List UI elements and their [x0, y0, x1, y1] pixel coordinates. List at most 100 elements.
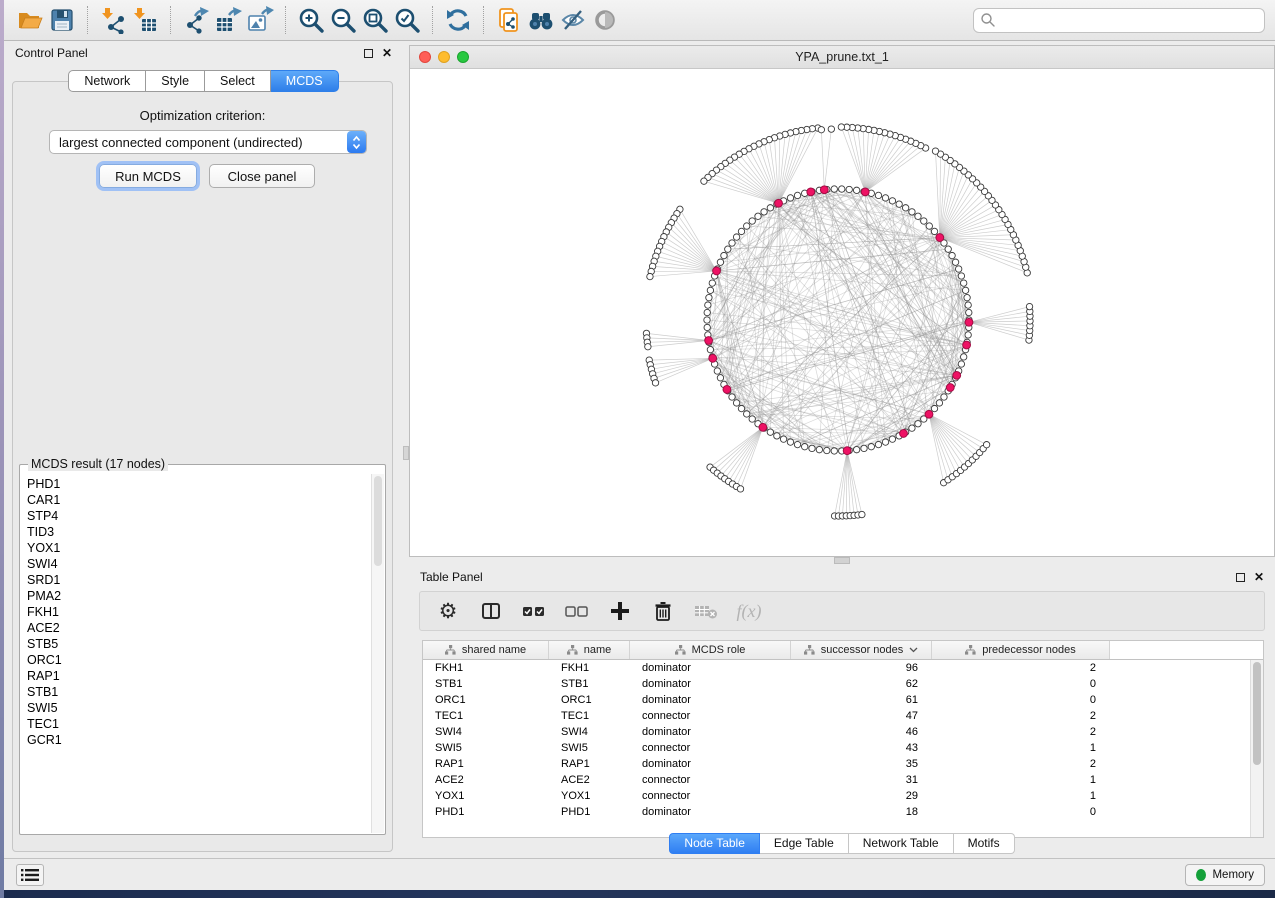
table-row[interactable]: TEC1TEC1connector472 — [423, 708, 1263, 724]
column-header-predecessor-nodes[interactable]: predecessor nodes — [932, 641, 1110, 659]
horizontal-splitter-grip[interactable] — [834, 557, 850, 564]
float-table-panel-icon[interactable] — [1236, 573, 1245, 582]
import-network-icon[interactable] — [97, 4, 129, 36]
select-all-rows-icon[interactable] — [521, 598, 547, 624]
table-settings-gear-icon[interactable]: ⚙ — [435, 598, 461, 624]
mcds-result-item[interactable]: SWI4 — [27, 556, 371, 572]
mcds-result-item[interactable]: SRD1 — [27, 572, 371, 588]
tab-select[interactable]: Select — [205, 70, 271, 92]
mcds-result-item[interactable]: YOX1 — [27, 540, 371, 556]
table-row[interactable]: PHD1PHD1dominator180 — [423, 804, 1263, 820]
table-row[interactable]: YOX1YOX1connector291 — [423, 788, 1263, 804]
mcds-result-item[interactable]: SWI5 — [27, 700, 371, 716]
hierarchy-icon — [445, 645, 456, 655]
mcds-result-item[interactable]: STP4 — [27, 508, 371, 524]
open-file-icon[interactable] — [14, 4, 46, 36]
node-table: shared namenameMCDS rolesuccessor nodesp… — [422, 640, 1264, 838]
mcds-result-item[interactable]: CAR1 — [27, 492, 371, 508]
export-network-icon[interactable] — [180, 4, 212, 36]
column-header-successor-nodes[interactable]: successor nodes — [791, 641, 932, 659]
tab-node-table[interactable]: Node Table — [669, 833, 760, 854]
horizontal-splitter[interactable] — [409, 557, 1275, 565]
network-from-clipboard-icon[interactable] — [493, 4, 525, 36]
table-cell: 0 — [932, 694, 1110, 706]
mcds-result-item[interactable]: STB5 — [27, 636, 371, 652]
mcds-result-item[interactable]: PHD1 — [27, 476, 371, 492]
main-toolbar — [4, 0, 1275, 41]
column-header-name[interactable]: name — [549, 641, 630, 659]
network-titlebar[interactable]: YPA_prune.txt_1 — [410, 46, 1274, 69]
zoom-selected-icon[interactable] — [391, 4, 423, 36]
control-panel-tabs: NetworkStyleSelectMCDS — [4, 70, 403, 92]
table-scrollbar[interactable] — [1250, 660, 1263, 837]
table-row[interactable]: STB1STB1dominator620 — [423, 676, 1263, 692]
run-mcds-button[interactable]: Run MCDS — [99, 164, 197, 188]
close-panel-button[interactable]: Close panel — [209, 164, 315, 188]
tab-style[interactable]: Style — [146, 70, 205, 92]
table-cell: YOX1 — [549, 790, 630, 802]
mcds-result-item[interactable]: TID3 — [27, 524, 371, 540]
mcds-result-item[interactable]: RAP1 — [27, 668, 371, 684]
search-input[interactable] — [996, 12, 1258, 28]
mcds-result-item[interactable]: ACE2 — [27, 620, 371, 636]
save-session-icon[interactable] — [46, 4, 78, 36]
show-columns-icon[interactable] — [478, 598, 504, 624]
mcds-result-item[interactable]: FKH1 — [27, 604, 371, 620]
export-image-icon[interactable] — [244, 4, 276, 36]
table-scrollbar-thumb[interactable] — [1253, 662, 1261, 765]
zoom-in-icon[interactable] — [295, 4, 327, 36]
tab-network-table[interactable]: Network Table — [849, 833, 954, 854]
mcds-result-item[interactable]: TEC1 — [27, 716, 371, 732]
minimize-window-icon[interactable] — [438, 51, 450, 63]
mcds-result-groupbox: MCDS result (17 nodes) PHD1CAR1STP4TID3Y… — [19, 464, 386, 835]
mcds-result-item[interactable]: ORC1 — [27, 652, 371, 668]
mcds-result-item[interactable]: GCR1 — [27, 732, 371, 748]
apply-layout-icon[interactable] — [442, 4, 474, 36]
column-header-MCDS-role[interactable]: MCDS role — [630, 641, 791, 659]
search-box[interactable] — [973, 8, 1265, 33]
tab-network[interactable]: Network — [68, 70, 146, 92]
search-icon — [980, 12, 996, 28]
table-row[interactable]: SWI4SWI4dominator462 — [423, 724, 1263, 740]
table-cell: 46 — [791, 726, 932, 738]
mcds-list-scrollbar[interactable] — [371, 474, 384, 833]
column-header-shared-name[interactable]: shared name — [423, 641, 549, 659]
table-cell: 2 — [932, 758, 1110, 770]
maximize-window-icon[interactable] — [457, 51, 469, 63]
hide-graphics-icon[interactable] — [557, 4, 589, 36]
export-table-icon[interactable] — [212, 4, 244, 36]
table-row[interactable]: SWI5SWI5connector431 — [423, 740, 1263, 756]
mcds-result-list[interactable]: PHD1CAR1STP4TID3YOX1SWI4SRD1PMA2FKH1ACE2… — [21, 474, 371, 833]
table-cell: connector — [630, 710, 791, 722]
tab-edge-table[interactable]: Edge Table — [760, 833, 849, 854]
zoom-out-icon[interactable] — [327, 4, 359, 36]
memory-button[interactable]: Memory — [1185, 864, 1265, 886]
network-title: YPA_prune.txt_1 — [410, 50, 1274, 64]
network-graph[interactable] — [410, 69, 1274, 556]
mcds-result-item[interactable]: PMA2 — [27, 588, 371, 604]
deselect-all-rows-icon[interactable] — [564, 598, 590, 624]
tab-mcds[interactable]: MCDS — [271, 70, 339, 92]
table-row[interactable]: RAP1RAP1dominator352 — [423, 756, 1263, 772]
optimization-select[interactable]: largest connected component (undirected) — [49, 130, 367, 154]
status-bar: Memory — [4, 858, 1275, 890]
find-binoculars-icon[interactable] — [525, 4, 557, 36]
network-canvas[interactable] — [410, 69, 1274, 556]
table-cell: TEC1 — [423, 710, 549, 722]
close-panel-icon[interactable]: ✕ — [382, 47, 392, 59]
table-row[interactable]: ACE2ACE2connector311 — [423, 772, 1263, 788]
create-column-plus-icon[interactable] — [607, 598, 633, 624]
delete-columns-trash-icon[interactable] — [650, 598, 676, 624]
table-row[interactable]: ORC1ORC1dominator610 — [423, 692, 1263, 708]
tab-motifs[interactable]: Motifs — [954, 833, 1015, 854]
import-table-icon[interactable] — [129, 4, 161, 36]
mcds-result-item[interactable]: STB1 — [27, 684, 371, 700]
task-history-button[interactable] — [16, 864, 44, 886]
zoom-fit-icon[interactable] — [359, 4, 391, 36]
close-table-panel-icon[interactable]: ✕ — [1254, 571, 1264, 583]
table-cell: dominator — [630, 678, 791, 690]
float-panel-icon[interactable] — [364, 49, 373, 58]
table-row[interactable]: FKH1FKH1dominator962 — [423, 660, 1263, 676]
close-window-icon[interactable] — [419, 51, 431, 63]
table-tabs: Node TableEdge TableNetwork TableMotifs — [409, 833, 1275, 854]
